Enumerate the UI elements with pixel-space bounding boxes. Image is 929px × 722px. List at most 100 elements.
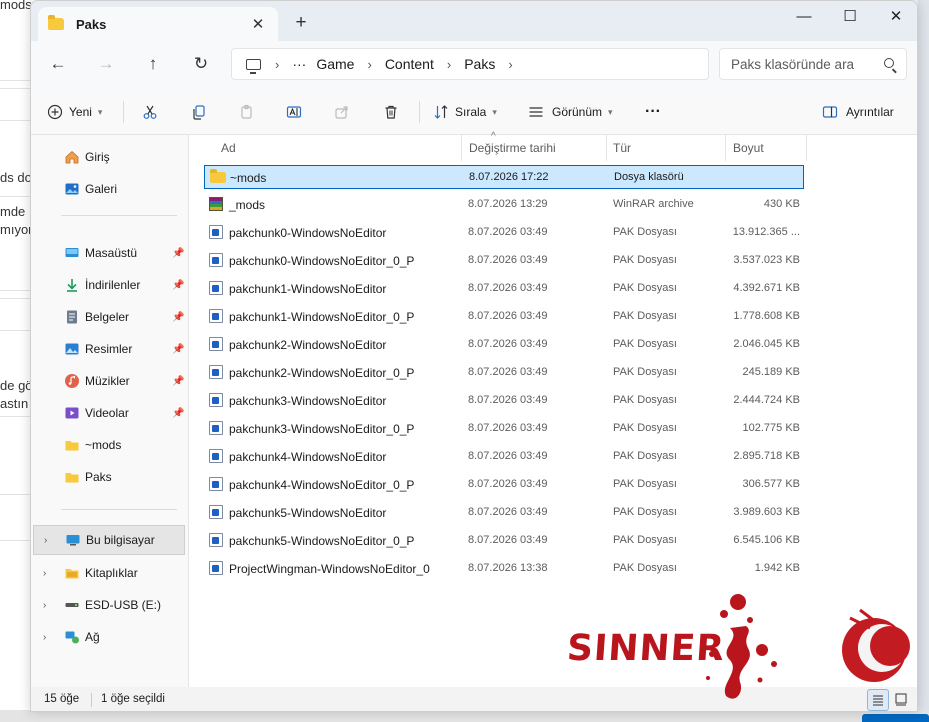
file-size: 3.989.603 KB xyxy=(733,506,800,518)
navigation-bar: ← → ↑ ↻ › ··· Game › Content › Paks › Pa… xyxy=(31,41,917,87)
maximize-button[interactable]: ☐ xyxy=(827,1,873,31)
background-text: astın xyxy=(0,396,29,411)
column-modified[interactable]: Değiştirme tarihi xyxy=(469,141,556,155)
file-row[interactable]: pakchunk1-WindowsNoEditor 8.07.2026 03:49… xyxy=(204,277,804,301)
item-count: 15 öğe xyxy=(44,693,80,705)
breadcrumb-content[interactable]: Content xyxy=(385,56,434,72)
file-row[interactable]: pakchunk5-WindowsNoEditor_0_P 8.07.2026 0… xyxy=(204,529,804,553)
sidebar-item-music[interactable]: Müzikler 📌 xyxy=(31,366,189,396)
sort-button[interactable]: Sırala ▾ xyxy=(433,99,497,125)
background-text: mde xyxy=(0,204,26,219)
chevron-right-icon: › xyxy=(446,56,452,72)
delete-button[interactable] xyxy=(383,99,399,125)
paste-button[interactable] xyxy=(239,99,255,125)
file-size: 4.392.671 KB xyxy=(733,282,800,294)
close-tab-icon[interactable]: ✕ xyxy=(246,12,270,36)
selection-count: 1 öğe seçildi xyxy=(101,693,165,705)
gallery-icon xyxy=(65,183,79,195)
file-row[interactable]: pakchunk0-WindowsNoEditor_0_P 8.07.2026 0… xyxy=(204,249,804,273)
chevron-down-icon: ▾ xyxy=(492,106,497,117)
file-type: PAK Dosyası xyxy=(613,282,677,294)
breadcrumb-overflow[interactable]: ··· xyxy=(292,56,306,72)
forward-button[interactable]: → xyxy=(91,49,121,79)
watermark-splatter xyxy=(706,594,910,699)
rename-button[interactable] xyxy=(286,99,302,125)
pak-file-icon xyxy=(209,421,223,435)
copy-button[interactable] xyxy=(191,99,207,125)
sidebar-item-this-pc[interactable]: › Bu bilgisayar xyxy=(33,525,185,555)
sidebar-item-label: Bu bilgisayar xyxy=(86,533,155,547)
file-size: 1.942 KB xyxy=(754,562,800,574)
file-type: PAK Dosyası xyxy=(613,394,677,406)
breadcrumb-paks[interactable]: Paks xyxy=(464,56,495,72)
details-button[interactable]: Ayrıntılar xyxy=(822,99,894,125)
file-modified-date: 8.07.2026 03:49 xyxy=(468,422,548,434)
file-name: pakchunk3-WindowsNoEditor xyxy=(229,394,387,408)
chevron-right-icon[interactable]: › xyxy=(43,568,46,579)
file-type: PAK Dosyası xyxy=(613,562,677,574)
file-size: 306.577 KB xyxy=(742,478,801,490)
file-row[interactable]: pakchunk1-WindowsNoEditor_0_P 8.07.2026 0… xyxy=(204,305,804,329)
file-row[interactable]: pakchunk2-WindowsNoEditor 8.07.2026 03:49… xyxy=(204,333,804,357)
refresh-button[interactable]: ↻ xyxy=(186,49,216,79)
sidebar-item-mods[interactable]: ~mods xyxy=(31,430,189,460)
sidebar-item-network[interactable]: › Ağ xyxy=(31,622,189,652)
sidebar-item-label: İndirilenler xyxy=(85,278,141,292)
sidebar-item-desktop[interactable]: Masaüstü 📌 xyxy=(31,238,189,268)
view-button[interactable]: Görünüm ▾ xyxy=(528,99,613,125)
sidebar-item-libraries[interactable]: › Kitaplıklar xyxy=(31,558,189,588)
sidebar-item-label: Galeri xyxy=(85,182,118,196)
file-row[interactable]: pakchunk3-WindowsNoEditor 8.07.2026 03:49… xyxy=(204,389,804,413)
sidebar-item-home[interactable]: Giriş xyxy=(31,142,189,172)
file-name: pakchunk3-WindowsNoEditor_0_P xyxy=(229,422,415,436)
address-bar[interactable]: › ··· Game › Content › Paks › xyxy=(231,48,709,80)
more-options-button[interactable]: ··· xyxy=(645,99,661,125)
file-row[interactable]: ~mods 8.07.2026 17:22 Dosya klasörü xyxy=(204,165,804,189)
up-button[interactable]: ↑ xyxy=(138,49,168,79)
file-row[interactable]: pakchunk5-WindowsNoEditor 8.07.2026 03:49… xyxy=(204,501,804,525)
file-row[interactable]: pakchunk4-WindowsNoEditor 8.07.2026 03:49… xyxy=(204,445,804,469)
file-name: pakchunk5-WindowsNoEditor_0_P xyxy=(229,534,415,548)
file-row[interactable]: _mods 8.07.2026 13:29 WinRAR archive 430 KB xyxy=(204,193,804,217)
breadcrumb-game[interactable]: Game xyxy=(316,56,354,72)
file-row[interactable]: pakchunk2-WindowsNoEditor_0_P 8.07.2026 0… xyxy=(204,361,804,385)
file-type: PAK Dosyası xyxy=(613,310,677,322)
sidebar-item-documents[interactable]: Belgeler 📌 xyxy=(31,302,189,332)
column-name[interactable]: Ad xyxy=(221,141,236,155)
share-button[interactable] xyxy=(334,99,350,125)
new-tab-button[interactable]: + xyxy=(289,11,313,35)
search-placeholder: Paks klasöründe ara xyxy=(731,56,855,72)
column-type[interactable]: Tür xyxy=(613,141,631,155)
sidebar-item-paks[interactable]: Paks xyxy=(31,462,189,492)
file-type: PAK Dosyası xyxy=(613,478,677,490)
cut-button[interactable] xyxy=(142,99,158,125)
file-row[interactable]: pakchunk3-WindowsNoEditor_0_P 8.07.2026 0… xyxy=(204,417,804,441)
file-modified-date: 8.07.2026 03:49 xyxy=(468,226,548,238)
new-button[interactable]: Yeni ▾ xyxy=(47,99,102,125)
file-size: 430 KB xyxy=(763,198,800,210)
minimize-button[interactable]: — xyxy=(781,1,827,31)
desktop-icon xyxy=(65,248,79,257)
chevron-right-icon[interactable]: › xyxy=(43,600,46,611)
chevron-right-icon[interactable]: › xyxy=(44,535,47,546)
videos-icon xyxy=(65,407,79,419)
winrar-archive-icon xyxy=(209,197,223,211)
chevron-right-icon[interactable]: › xyxy=(43,632,46,643)
file-size: 245.189 KB xyxy=(742,366,801,378)
sort-icon xyxy=(434,105,448,119)
column-size[interactable]: Boyut xyxy=(733,141,764,155)
close-window-button[interactable]: ✕ xyxy=(873,1,917,31)
file-row[interactable]: pakchunk4-WindowsNoEditor_0_P 8.07.2026 0… xyxy=(204,473,804,497)
sidebar-item-downloads[interactable]: İndirilenler 📌 xyxy=(31,270,189,300)
back-button[interactable]: ← xyxy=(43,49,73,79)
sidebar-item-usb[interactable]: › ESD-USB (E:) xyxy=(31,590,189,620)
this-pc-icon xyxy=(66,535,80,546)
file-row[interactable]: ProjectWingman-WindowsNoEditor_0 8.07.202… xyxy=(204,557,804,581)
sidebar-item-pictures[interactable]: Resimler 📌 xyxy=(31,334,189,364)
file-row[interactable]: pakchunk0-WindowsNoEditor 8.07.2026 03:49… xyxy=(204,221,804,245)
sidebar-item-videos[interactable]: Videolar 📌 xyxy=(31,398,189,428)
sidebar-item-gallery[interactable]: Galeri xyxy=(31,174,189,204)
search-input[interactable]: Paks klasöründe ara xyxy=(719,48,907,80)
file-type: PAK Dosyası xyxy=(613,338,677,350)
tab-paks[interactable]: Paks ✕ xyxy=(38,7,278,41)
